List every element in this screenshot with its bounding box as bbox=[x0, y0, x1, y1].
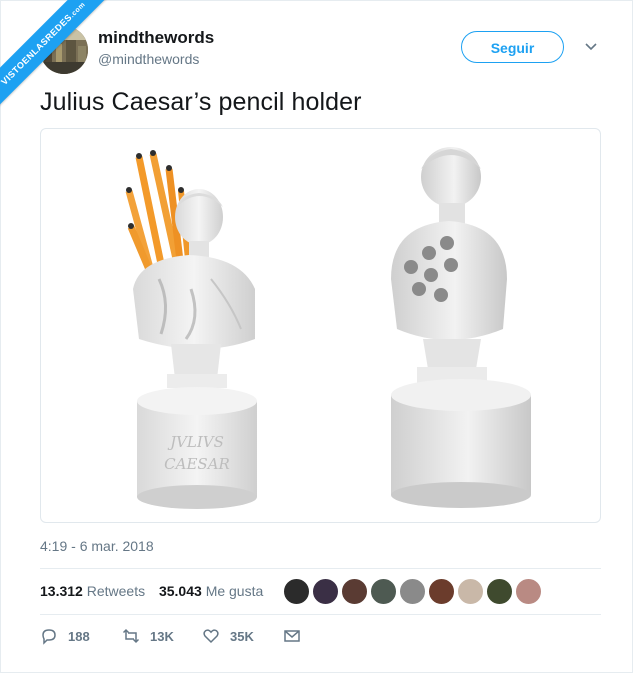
likes-stat[interactable]: 35.043 Me gusta bbox=[159, 583, 263, 599]
like-count: 35K bbox=[230, 628, 254, 644]
chevron-down-icon[interactable] bbox=[584, 40, 598, 54]
engagement-stats: 13.312 Retweets 35.043 Me gusta bbox=[40, 583, 273, 599]
bust-back bbox=[391, 147, 531, 508]
retweet-count: 13K bbox=[150, 628, 174, 644]
retweets-stat[interactable]: 13.312 Retweets bbox=[40, 583, 145, 599]
bust-front: JVLIVS CAESAR bbox=[125, 150, 257, 509]
watermark-text: VISTOENLASREDES.com bbox=[0, 0, 113, 113]
pencil-holder-photo: JVLIVS CAESAR bbox=[125, 147, 531, 509]
divider bbox=[40, 614, 601, 615]
liker-avatar[interactable] bbox=[515, 578, 542, 605]
like-button[interactable]: 35K bbox=[202, 626, 254, 646]
liker-avatar[interactable] bbox=[312, 578, 339, 605]
divider bbox=[40, 568, 601, 569]
retweet-button[interactable]: 13K bbox=[122, 626, 174, 646]
tweet-media-image[interactable]: JVLIVS CAESAR bbox=[40, 128, 601, 523]
direct-message-button[interactable] bbox=[283, 626, 311, 646]
retweet-icon bbox=[122, 628, 140, 644]
liker-avatar[interactable] bbox=[428, 578, 455, 605]
liker-avatar[interactable] bbox=[399, 578, 426, 605]
watermark-ribbon: VISTOENLASREDES.com bbox=[0, 0, 120, 120]
follow-button[interactable]: Seguir bbox=[461, 31, 564, 63]
svg-text:CAESAR: CAESAR bbox=[164, 455, 230, 473]
reply-count: 188 bbox=[68, 628, 90, 644]
reply-icon bbox=[42, 629, 56, 645]
envelope-icon bbox=[284, 630, 300, 642]
tweet-timestamp[interactable]: 4:19 - 6 mar. 2018 bbox=[40, 538, 154, 554]
liker-avatar[interactable] bbox=[457, 578, 484, 605]
liker-avatar[interactable] bbox=[370, 578, 397, 605]
heart-icon bbox=[203, 629, 219, 644]
svg-text:JVLIVS: JVLIVS bbox=[167, 433, 224, 451]
liker-avatar[interactable] bbox=[486, 578, 513, 605]
reply-button[interactable]: 188 bbox=[40, 626, 90, 646]
liker-avatar[interactable] bbox=[283, 578, 310, 605]
liker-avatar[interactable] bbox=[341, 578, 368, 605]
